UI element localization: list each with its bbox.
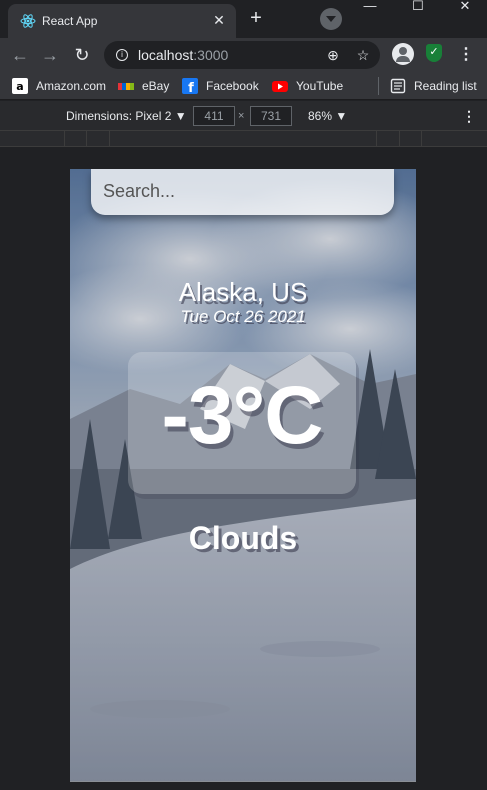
devtools-more-icon[interactable]: ⋮ <box>462 105 476 127</box>
tab-search-icon[interactable] <box>320 8 342 30</box>
dimension-separator: × <box>238 110 245 122</box>
app-viewport: Alaska, US Tue Oct 26 2021 -3°C Clouds <box>70 169 416 782</box>
bookmarks-bar: a Amazon.com eBay f Facebook YouTube Rea… <box>0 72 487 100</box>
ebay-icon <box>118 83 134 90</box>
reading-list-icon <box>390 78 406 94</box>
temperature-value: -3°C <box>161 370 324 461</box>
reload-icon[interactable]: ↻ <box>70 43 94 67</box>
profile-avatar-icon[interactable] <box>392 43 414 65</box>
react-logo-icon <box>20 14 36 28</box>
shield-extension-icon[interactable]: ✓ <box>426 44 442 62</box>
device-toolbar: Dimensions: Pixel 2 ▼ 411 × 731 86% ▼ ⋮ <box>0 101 487 131</box>
weather-condition: Clouds <box>188 520 298 556</box>
site-info-icon[interactable]: i <box>116 49 128 61</box>
youtube-icon <box>272 81 288 92</box>
tab-close-icon[interactable]: ✕ <box>210 11 228 29</box>
url-text[interactable]: localhost:3000 <box>138 47 228 63</box>
window-close-button[interactable]: ✕ <box>445 0 485 14</box>
location-label: Alaska, US <box>178 277 308 307</box>
maximize-button[interactable]: ☐ <box>398 0 438 14</box>
new-tab-button[interactable]: + <box>244 7 268 31</box>
facebook-icon: f <box>182 78 198 94</box>
bookmarks-divider <box>378 77 379 95</box>
date-label: Tue Oct 26 2021 <box>180 307 306 326</box>
search-input[interactable] <box>103 177 383 205</box>
tab-title: React App <box>42 14 98 28</box>
tab-strip: React App ✕ + — ☐ ✕ <box>0 0 487 38</box>
device-height-input[interactable]: 731 <box>250 106 292 126</box>
svg-text:f: f <box>188 81 194 94</box>
search-box <box>91 169 394 215</box>
device-width-input[interactable]: 411 <box>193 106 235 126</box>
amazon-icon: a <box>12 78 28 94</box>
menu-dots-icon[interactable]: ⋮ <box>458 44 474 66</box>
forward-arrow-icon[interactable]: → <box>38 43 62 67</box>
browser-tab[interactable]: React App ✕ <box>8 4 236 38</box>
browser-toolbar: ← → ↻ i localhost:3000 ⊕ ☆ ✓ ⋮ <box>0 38 487 72</box>
temperature-card: -3°C <box>128 352 356 494</box>
zoom-select[interactable]: 86% ▼ <box>308 108 347 124</box>
bookmark-star-icon[interactable]: ☆ <box>354 46 372 64</box>
device-select[interactable]: Dimensions: Pixel 2 ▼ <box>66 108 187 124</box>
svg-text:a: a <box>16 80 23 93</box>
address-bar[interactable]: i localhost:3000 ⊕ ☆ <box>104 41 380 69</box>
minimize-button[interactable]: — <box>350 0 390 14</box>
back-arrow-icon[interactable]: ← <box>8 43 32 67</box>
media-query-ruler <box>0 131 487 147</box>
zoom-icon[interactable]: ⊕ <box>324 46 342 64</box>
